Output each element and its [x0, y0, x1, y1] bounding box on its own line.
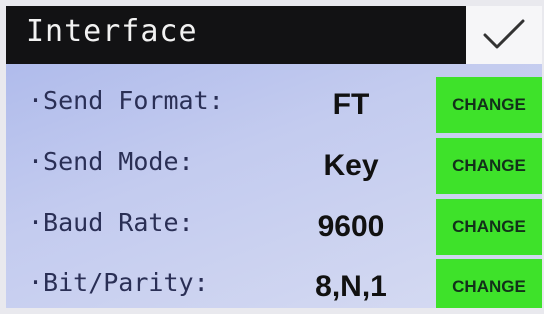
device-screen: Interface ·Send Format: FT CHANGE ·Send …: [6, 6, 542, 308]
bit-parity-value: 8,N,1: [315, 270, 387, 303]
baud-rate-label: ·Baud Rate:: [28, 208, 194, 237]
send-mode-label: ·Send Mode:: [28, 147, 194, 176]
change-send-format-button[interactable]: CHANGE: [436, 77, 542, 133]
send-mode-value: Key: [323, 149, 379, 182]
checkmark-icon: [483, 19, 525, 49]
setting-row-send-mode: ·Send Mode: Key CHANGE: [6, 137, 542, 197]
change-bit-parity-button[interactable]: CHANGE: [436, 259, 542, 308]
baud-rate-value: 9600: [317, 210, 385, 243]
page-title: Interface: [26, 14, 198, 49]
change-baud-rate-button[interactable]: CHANGE: [436, 199, 542, 255]
setting-row-baud-rate: ·Baud Rate: 9600 CHANGE: [6, 198, 542, 258]
setting-row-send-format: ·Send Format: FT CHANGE: [6, 76, 542, 136]
send-format-value: FT: [332, 88, 370, 121]
send-format-label: ·Send Format:: [28, 86, 224, 115]
change-send-mode-button[interactable]: CHANGE: [436, 138, 542, 194]
setting-row-bit-parity: ·Bit/Parity: 8,N,1 CHANGE: [6, 258, 542, 308]
bit-parity-label: ·Bit/Parity:: [28, 268, 209, 297]
title-bar: Interface: [6, 6, 466, 64]
confirm-button[interactable]: [466, 6, 542, 64]
